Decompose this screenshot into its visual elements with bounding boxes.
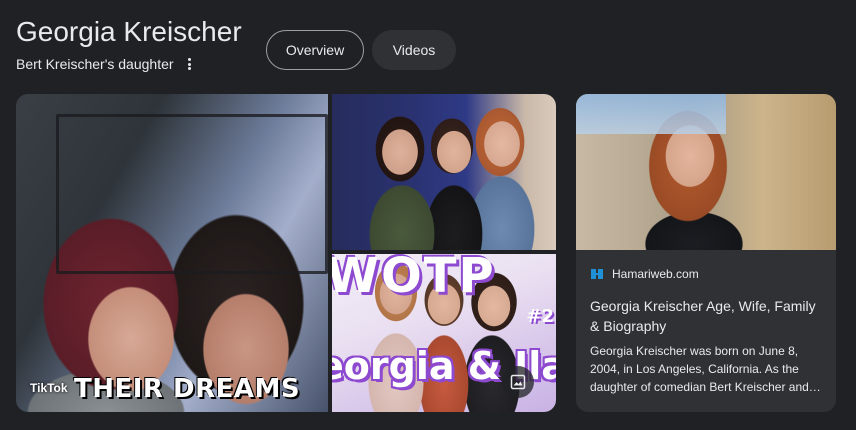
image-overlay-title: WOTP: [332, 254, 496, 304]
card-snippet: Georgia Kreischer was born on June 8, 20…: [590, 344, 821, 394]
image-icon[interactable]: [502, 366, 534, 398]
image-caption-text: THEIR DREAMS: [74, 374, 301, 404]
page-title: Georgia Kreischer: [16, 16, 242, 47]
header: Georgia Kreischer Bert Kreischer's daugh…: [16, 14, 242, 72]
result-card[interactable]: Hamariweb.com Georgia Kreischer Age, Wif…: [576, 94, 836, 412]
painting-frame: [56, 114, 328, 274]
image-gallery: TikTok THEIR DREAMS WOTP #2 eorgia & Ila: [16, 94, 556, 412]
tab-videos[interactable]: Videos: [372, 30, 456, 70]
card-thumbnail: [576, 94, 836, 250]
gallery-top-right-image[interactable]: [332, 94, 556, 250]
subtitle-row: Bert Kreischer's daughter: [16, 56, 242, 72]
image-overlay-episode: #2: [526, 306, 554, 327]
gallery-bottom-right-image[interactable]: WOTP #2 eorgia & Ila: [332, 254, 556, 412]
hamariweb-logo-icon: [590, 267, 604, 281]
card-site-row: Hamariweb.com: [590, 264, 822, 284]
thumbnail-sky: [576, 94, 726, 134]
gallery-main-image[interactable]: TikTok THEIR DREAMS: [16, 94, 328, 412]
tab-overview[interactable]: Overview: [266, 30, 364, 70]
more-options-icon[interactable]: [184, 56, 196, 72]
subtitle: Bert Kreischer's daughter: [16, 56, 174, 72]
card-headline[interactable]: Georgia Kreischer Age, Wife, Family & Bi…: [590, 296, 822, 336]
card-body: Hamariweb.com Georgia Kreischer Age, Wif…: [576, 250, 836, 396]
tab-bar: Overview Videos: [266, 30, 456, 70]
card-site-name: Hamariweb.com: [612, 267, 699, 281]
image-source-label: TikTok: [30, 381, 68, 395]
